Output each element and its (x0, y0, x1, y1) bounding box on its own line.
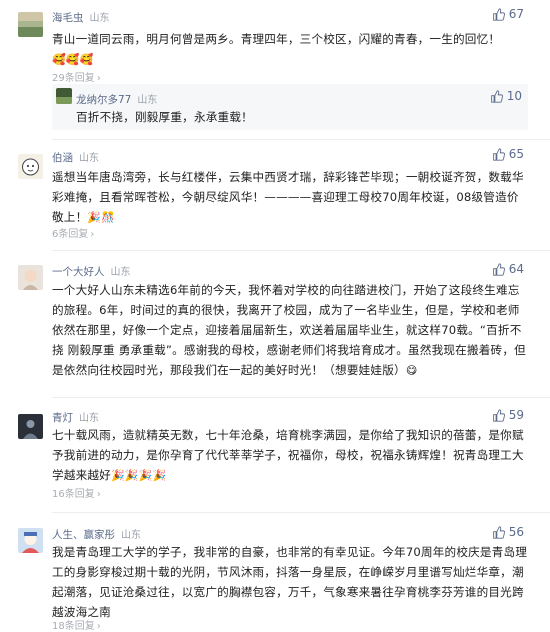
like-count: 59 (508, 408, 524, 422)
comment-text: 七十载风雨，造就精英无数，七十年沧桑，培育桃李满园，是你给了我知识的蓓蕾，是你赋… (52, 425, 528, 486)
comment-meta: 青灯 山东 (52, 409, 99, 425)
reply-meta: 龙纳尔多77 山东 (76, 91, 157, 107)
avatar[interactable] (18, 154, 43, 179)
like-count: 65 (508, 147, 524, 161)
comment-item: 人生、赢家彤 山东 56 我是青岛理工大学的学子，我非常的自豪，也非常的有幸见证。… (0, 513, 550, 632)
reply-text: 百折不挠，刚毅厚重，永承重载！ (76, 110, 253, 124)
replies-link[interactable]: 29条回复 › (52, 69, 101, 84)
emoji: 😋 (405, 364, 418, 377)
location: 山东 (121, 530, 141, 541)
comment-text: 我是青岛理工大学的学子，我非常的自豪，也非常的有幸见证。今年70周年的校庆是青岛… (52, 545, 528, 619)
avatar[interactable] (18, 12, 43, 37)
thumbs-up-icon (492, 408, 505, 422)
comment-item: 海毛虫 山东 67 青山一道同云雨，明月何曾是两乡。青理四年，三个校区，闪耀的青春… (0, 0, 550, 130)
thumbs-up-icon (492, 262, 505, 276)
location: 山东 (79, 153, 99, 164)
like-button[interactable]: 65 (492, 147, 524, 161)
location: 山东 (137, 95, 158, 106)
username[interactable]: 人生、赢家彤 (52, 529, 115, 541)
comment-item: 一个大好人 山东 64 一个大好人山东未精选6年前的今天，我怀着对学校的向往踏进校… (0, 251, 550, 396)
location: 山东 (89, 13, 110, 24)
replies-link[interactable]: 16条回复 › (52, 485, 101, 500)
replies-link[interactable]: 6条回复 › (52, 225, 94, 240)
avatar[interactable] (18, 414, 43, 439)
thumbs-up-icon (492, 525, 505, 539)
reply-preview: 龙纳尔多77 山东 10 百折不挠，刚毅厚重，永承重载！ (52, 84, 528, 130)
like-count: 67 (508, 7, 524, 21)
like-button[interactable]: 10 (490, 89, 522, 103)
emoji: 🎉🎉🎉🎉 (110, 469, 167, 482)
username[interactable]: 龙纳尔多77 (76, 94, 131, 106)
username[interactable]: 一个大好人 (52, 266, 105, 278)
username[interactable]: 海毛虫 (52, 12, 84, 24)
thumbs-up-icon (490, 89, 503, 103)
username[interactable]: 青灯 (52, 412, 73, 424)
comment-meta: 伯涵 山东 (52, 149, 99, 165)
comment-item: 伯涵 山东 65 遥想当年唐岛湾旁，长与红楼伴，云集中西贤才瑞，辞彩锋芒毕现；一朝… (0, 140, 550, 245)
like-button[interactable]: 67 (492, 7, 524, 21)
comment-meta: 人生、赢家彤 山东 (52, 526, 141, 542)
comment-meta: 海毛虫 山东 (52, 9, 110, 25)
like-count: 56 (508, 525, 524, 539)
emoji: 🥰🥰🥰 (52, 53, 94, 66)
like-button[interactable]: 59 (492, 408, 524, 422)
comment-meta: 一个大好人 山东 (52, 263, 131, 279)
like-count: 10 (506, 89, 522, 103)
thumbs-up-icon (492, 7, 505, 21)
username[interactable]: 伯涵 (52, 152, 73, 164)
like-button[interactable]: 64 (492, 262, 524, 276)
comment-text: 遥想当年唐岛湾旁，长与红楼伴，云集中西贤才瑞，辞彩锋芒毕现；一朝校诞齐贺，数载华… (52, 167, 528, 228)
avatar[interactable] (56, 88, 72, 104)
comment-item: 青灯 山东 59 七十载风雨，造就精英无数，七十年沧桑，培育桃李满园，是你给了我知… (0, 398, 550, 508)
replies-link[interactable]: 18条回复 › (52, 617, 101, 632)
comment-text: 一个大好人山东未精选6年前的今天，我怀着对学校的向往踏进校门，开始了这段终生难忘… (52, 280, 528, 381)
thumbs-up-icon (492, 147, 505, 161)
location: 山东 (110, 267, 131, 278)
location: 山东 (79, 413, 99, 424)
like-count: 64 (508, 262, 524, 276)
like-button[interactable]: 56 (492, 525, 524, 539)
avatar[interactable] (18, 265, 43, 290)
comment-text: 青山一道同云雨，明月何曾是两乡。青理四年，三个校区，闪耀的青春，一生的回忆！🥰🥰… (52, 29, 528, 70)
avatar[interactable] (18, 528, 43, 553)
